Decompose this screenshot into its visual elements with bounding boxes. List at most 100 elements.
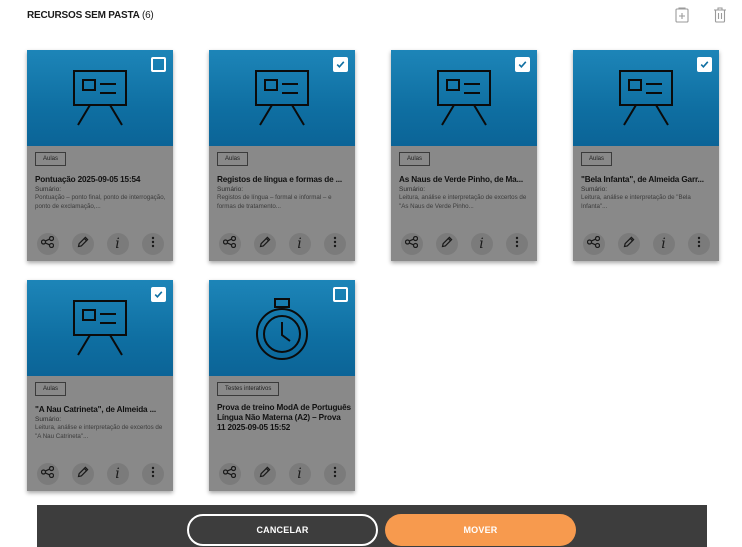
presentation-board-icon — [250, 67, 314, 129]
card-actions: i — [27, 463, 173, 485]
share-icon — [40, 465, 55, 483]
more-vertical-button[interactable] — [323, 233, 346, 255]
more-vertical-icon — [151, 235, 155, 253]
resource-card[interactable]: Testes interativos Prova de treino ModA d… — [209, 280, 355, 491]
card-thumbnail — [27, 50, 173, 146]
select-checkbox[interactable] — [151, 57, 166, 72]
info-icon: i — [297, 236, 302, 252]
more-vertical-icon — [333, 235, 337, 253]
summary-text: Leitura, análise e interpretação de exce… — [399, 194, 527, 210]
edit-pencil-button[interactable] — [253, 463, 276, 485]
resource-count: (6) — [141, 10, 154, 21]
info-icon: i — [297, 466, 302, 482]
share-icon — [40, 235, 55, 253]
edit-pencil-button[interactable] — [617, 233, 640, 255]
summary-text: Pontuação – ponto final, ponto de interr… — [35, 194, 166, 210]
edit-pencil-button[interactable] — [71, 233, 94, 255]
select-checkbox[interactable] — [515, 57, 530, 72]
info-button[interactable]: i — [106, 463, 129, 485]
header-actions — [674, 6, 728, 24]
info-button[interactable]: i — [288, 233, 311, 255]
select-checkbox[interactable] — [697, 57, 712, 72]
select-checkbox[interactable] — [333, 57, 348, 72]
share-icon — [586, 235, 601, 253]
footer-bar: CANCELAR MOVER — [37, 505, 707, 547]
share-button[interactable] — [218, 233, 241, 255]
summary-label: Sumário: — [581, 186, 608, 193]
category-tag: Aulas — [399, 152, 431, 166]
page-title-text: RECURSOS SEM PASTA — [27, 10, 140, 21]
card-title: "A Nau Catrineta", de Almeida ... — [35, 405, 156, 414]
card-actions: i — [573, 233, 719, 255]
resource-card[interactable]: Aulas Registos de língua e formas de ... S… — [209, 50, 355, 261]
share-button[interactable] — [36, 233, 59, 255]
add-folder-icon[interactable] — [674, 6, 690, 24]
presentation-board-icon — [68, 297, 132, 359]
more-vertical-button[interactable] — [505, 233, 528, 255]
card-title: Prova de treino ModA de Português Língua… — [217, 403, 351, 432]
card-title: "Bela Infanta", de Almeida Garr... — [581, 175, 704, 184]
page-title: RECURSOS SEM PASTA (6) — [27, 10, 154, 26]
more-vertical-button[interactable] — [141, 233, 164, 255]
edit-pencil-button[interactable] — [435, 233, 458, 255]
card-thumbnail — [209, 280, 355, 376]
presentation-board-icon — [68, 67, 132, 129]
move-button[interactable]: MOVER — [385, 514, 576, 546]
card-title: Pontuação 2025-09-05 15:54 — [35, 175, 141, 184]
edit-pencil-button[interactable] — [71, 463, 94, 485]
info-icon: i — [479, 236, 484, 252]
card-thumbnail — [27, 280, 173, 376]
more-vertical-button[interactable] — [141, 463, 164, 485]
share-icon — [404, 235, 419, 253]
card-actions: i — [209, 463, 355, 485]
category-tag: Aulas — [35, 382, 67, 396]
more-vertical-icon — [151, 465, 155, 483]
resource-card[interactable]: Aulas Pontuação 2025-09-05 15:54 Sumário: P… — [27, 50, 173, 261]
cancel-button[interactable]: CANCELAR — [187, 514, 378, 546]
info-button[interactable]: i — [106, 233, 129, 255]
more-vertical-icon — [515, 235, 519, 253]
summary-label: Sumário: — [35, 186, 62, 193]
info-button[interactable]: i — [470, 233, 493, 255]
category-tag: Aulas — [217, 152, 249, 166]
share-button[interactable] — [400, 233, 423, 255]
share-icon — [222, 465, 237, 483]
select-checkbox[interactable] — [151, 287, 166, 302]
share-button[interactable] — [36, 463, 59, 485]
edit-pencil-icon — [77, 465, 89, 483]
resource-card[interactable]: Aulas "Bela Infanta", de Almeida Garr... S… — [573, 50, 719, 261]
more-vertical-icon — [697, 235, 701, 253]
trash-icon[interactable] — [712, 6, 728, 24]
info-button[interactable]: i — [652, 233, 675, 255]
category-tag: Testes interativos — [217, 382, 280, 396]
more-vertical-icon — [333, 465, 337, 483]
card-title: Registos de língua e formas de ... — [217, 175, 343, 184]
category-tag: Aulas — [35, 152, 67, 166]
presentation-board-icon — [614, 67, 678, 129]
select-checkbox[interactable] — [333, 287, 348, 302]
edit-pencil-icon — [77, 235, 89, 253]
card-actions: i — [209, 233, 355, 255]
presentation-board-icon — [432, 67, 496, 129]
stopwatch-icon — [251, 295, 313, 361]
edit-pencil-icon — [259, 235, 271, 253]
resource-card[interactable]: Aulas As Naus de Verde Pinho, de Ma... Sum… — [391, 50, 537, 261]
summary-label: Sumário: — [399, 186, 426, 193]
summary-text: Leitura, análise e interpretação de "Bel… — [581, 194, 691, 210]
edit-pencil-icon — [259, 465, 271, 483]
category-tag: Aulas — [581, 152, 613, 166]
resource-card[interactable]: Aulas "A Nau Catrineta", de Almeida ... Su… — [27, 280, 173, 491]
card-title: As Naus de Verde Pinho, de Ma... — [399, 175, 523, 184]
share-button[interactable] — [582, 233, 605, 255]
share-button[interactable] — [218, 463, 241, 485]
info-button[interactable]: i — [288, 463, 311, 485]
more-vertical-button[interactable] — [687, 233, 710, 255]
more-vertical-button[interactable] — [323, 463, 346, 485]
info-icon: i — [115, 236, 120, 252]
card-actions: i — [27, 233, 173, 255]
card-thumbnail — [209, 50, 355, 146]
info-icon: i — [115, 466, 120, 482]
share-icon — [222, 235, 237, 253]
edit-pencil-button[interactable] — [253, 233, 276, 255]
card-thumbnail — [391, 50, 537, 146]
